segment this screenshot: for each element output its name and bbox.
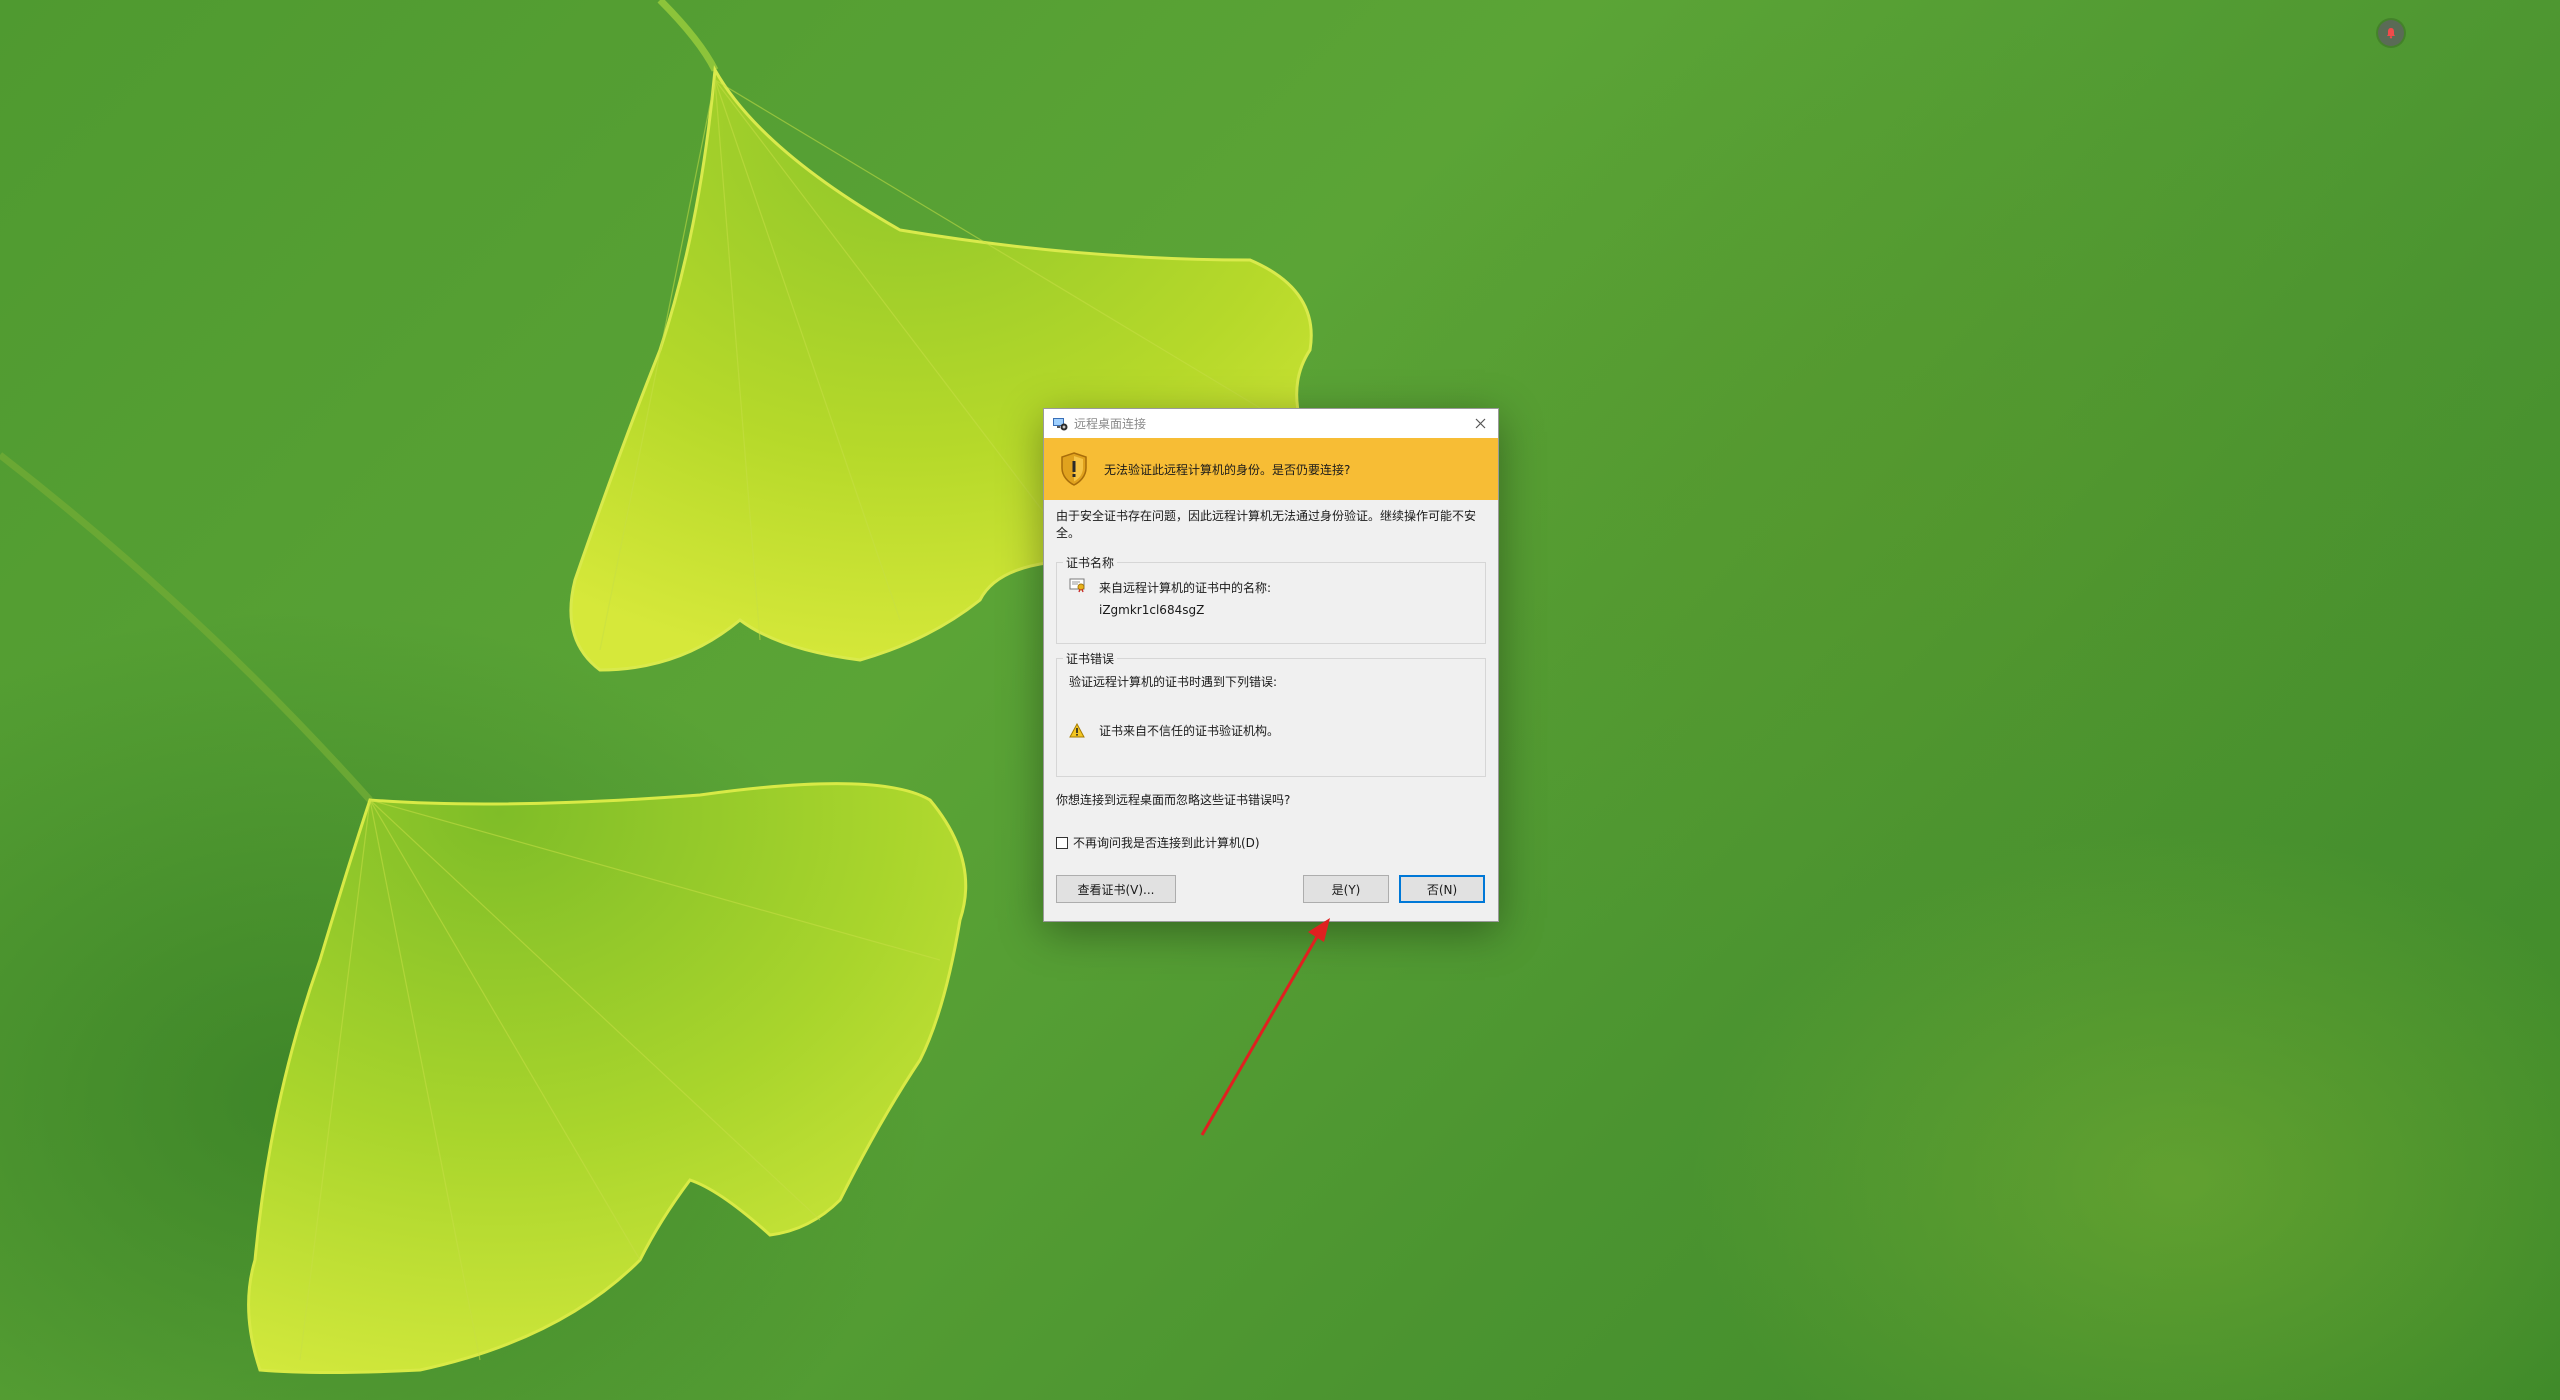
certificate-error-group: 证书错误 验证远程计算机的证书时遇到下列错误: 证书来自不信任的证书验证机构。 <box>1056 650 1486 777</box>
ignore-errors-question: 你想连接到远程桌面而忽略这些证书错误吗? <box>1056 793 1291 807</box>
banner-text: 无法验证此远程计算机的身份。是否仍要连接? <box>1104 462 1351 477</box>
no-button[interactable]: 否(N) <box>1399 875 1485 903</box>
bell-icon <box>2387 28 2395 39</box>
certificate-name-legend: 证书名称 <box>1066 556 1115 570</box>
certificate-name-value: iZgmkr1cl684sgZ <box>1099 603 1205 617</box>
yes-button[interactable]: 是(Y) <box>1303 875 1389 903</box>
certificate-error-legend: 证书错误 <box>1066 652 1115 666</box>
certificate-error-intro: 验证远程计算机的证书时遇到下列错误: <box>1069 675 1278 689</box>
dialog-titlebar[interactable]: 远程桌面连接 <box>1044 409 1498 438</box>
security-description: 由于安全证书存在问题，因此远程计算机无法通过身份验证。继续操作可能不安全。 <box>1056 509 1477 540</box>
certificate-name-label: 来自远程计算机的证书中的名称: <box>1099 581 1272 595</box>
dialog-title: 远程桌面连接 <box>1074 417 1147 431</box>
notification-tray-icon[interactable] <box>2378 20 2404 46</box>
close-icon <box>1475 418 1485 429</box>
dont-ask-again-checkbox[interactable] <box>1056 836 1068 849</box>
dont-ask-again-option[interactable]: 不再询问我是否连接到此计算机(D) <box>1056 834 1260 851</box>
remote-desktop-certificate-dialog: 远程桌面连接 无法验证此远程计算机的身份。是否仍要连接? 由于安全证书存在问题，… <box>1043 408 1499 922</box>
security-shield-icon <box>1061 452 1087 486</box>
certificate-icon <box>1069 578 1085 593</box>
warning-banner: 无法验证此远程计算机的身份。是否仍要连接? <box>1044 438 1498 500</box>
view-certificate-button[interactable]: 查看证书(V)... <box>1056 875 1176 903</box>
close-button[interactable] <box>1462 409 1498 438</box>
dont-ask-again-label[interactable]: 不再询问我是否连接到此计算机(D) <box>1073 834 1260 851</box>
ginkgo-leaf-lower <box>247 782 968 1374</box>
warning-icon <box>1069 723 1085 738</box>
certificate-name-group: 证书名称 来自远程计算机的证书中的名称: iZgmkr1cl684sgZ <box>1056 554 1486 644</box>
certificate-error-item: 证书来自不信任的证书验证机构。 <box>1099 724 1280 738</box>
remote-desktop-app-icon <box>1053 417 1068 430</box>
